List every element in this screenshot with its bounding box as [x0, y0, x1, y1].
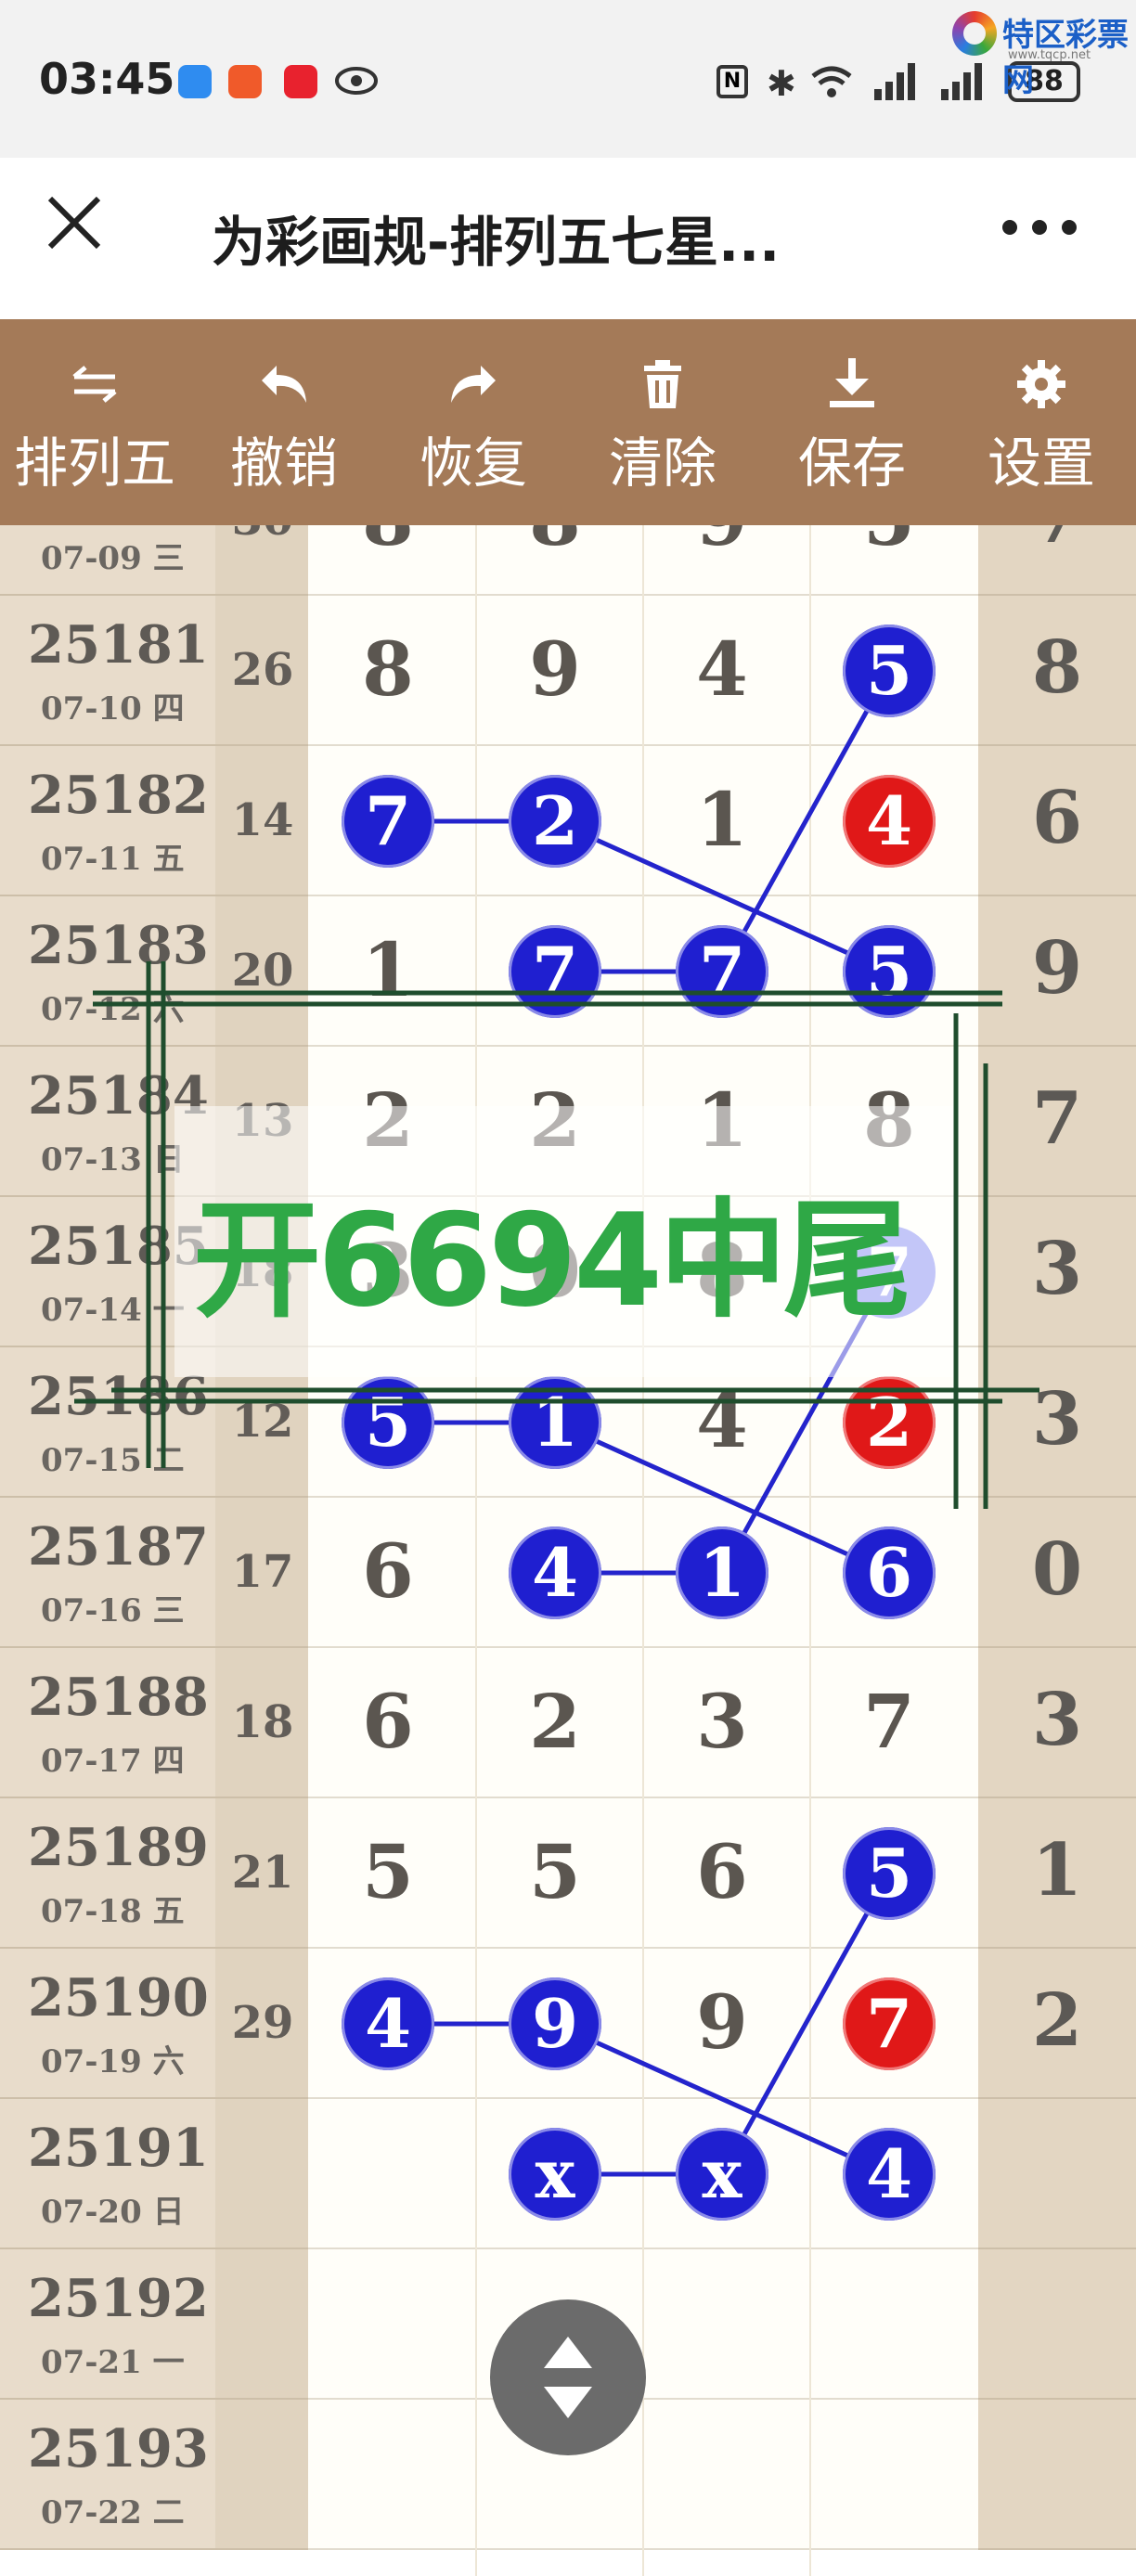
digit-ball[interactable]: 9 — [509, 1977, 601, 2070]
tool-label: 清除 — [608, 431, 716, 495]
trend-table[interactable]: 2518007-09 三30889572518107-10 四268945825… — [0, 525, 1136, 2576]
eye-icon — [334, 65, 379, 97]
toolbar: 排列五 撤销 恢复 清除 保存 设置 — [0, 319, 1136, 525]
shopping-app-icon — [228, 65, 262, 98]
status-bar: 03:45 N ✱ 88 特区彩票网 www.tqcp.net — [0, 0, 1136, 158]
digit-ball[interactable]: 4 — [509, 1526, 601, 1619]
tool-redo[interactable]: 恢复 — [379, 319, 568, 525]
digit-ball[interactable]: 7 — [843, 1977, 936, 2070]
tool-save[interactable]: 保存 — [757, 319, 947, 525]
up-down-arrows-icon — [544, 2337, 592, 2418]
swap-icon — [72, 366, 117, 403]
signal-icon — [872, 61, 921, 102]
digit-ball[interactable]: 7 — [342, 775, 434, 868]
digit-ball[interactable]: 7 — [509, 925, 601, 1018]
tool-label: 排列五 — [13, 431, 175, 495]
bluetooth-icon: ✱ — [767, 63, 796, 104]
digit-ball[interactable]: 2 — [509, 775, 601, 868]
digit-ball[interactable]: 5 — [342, 1376, 434, 1469]
digit-ball[interactable]: 1 — [676, 1526, 768, 1619]
digit-ball[interactable]: 4 — [342, 1977, 434, 2070]
download-icon — [830, 358, 874, 407]
digit-ball[interactable]: 5 — [843, 925, 936, 1018]
tool-lottery-type[interactable]: 排列五 — [0, 319, 189, 525]
watermark-url: www.tqcp.net — [1008, 48, 1091, 62]
tool-undo[interactable]: 撤销 — [189, 319, 379, 525]
watermark: 特区彩票网 www.tqcp.net — [943, 7, 1133, 99]
digit-ball[interactable]: 4 — [843, 775, 936, 868]
tool-clear[interactable]: 清除 — [568, 319, 757, 525]
status-time: 03:45 — [39, 54, 175, 104]
digit-ball[interactable]: 2 — [843, 1376, 936, 1469]
nfc-icon: N — [716, 65, 748, 98]
digit-ball[interactable]: 5 — [843, 1827, 936, 1920]
red-note-app-icon — [284, 65, 317, 98]
signal-icon — [939, 61, 988, 102]
tool-label: 撤销 — [229, 431, 338, 495]
digit-ball[interactable]: 1 — [509, 1376, 601, 1469]
redo-icon — [451, 366, 496, 403]
tool-settings[interactable]: 设置 — [947, 319, 1136, 525]
more-icon — [1002, 220, 1077, 235]
watermark-logo-icon — [952, 11, 997, 56]
digit-ball[interactable]: x — [509, 2128, 601, 2221]
digit-ball[interactable]: 7 — [676, 925, 768, 1018]
undo-icon — [262, 366, 306, 403]
digit-ball[interactable]: 5 — [843, 625, 936, 717]
digit-ball[interactable]: 7 — [843, 1226, 936, 1319]
digit-ball[interactable]: 6 — [843, 1526, 936, 1619]
digit-ball[interactable]: 4 — [843, 2128, 936, 2221]
tool-label: 保存 — [797, 431, 906, 495]
scroll-toggle-button[interactable] — [490, 2299, 646, 2455]
trash-icon — [644, 360, 681, 408]
tool-label: 恢复 — [419, 431, 527, 495]
page-title: 为彩画规-排列五七星... — [212, 211, 781, 274]
close-icon — [47, 196, 101, 250]
gear-icon — [1017, 360, 1065, 408]
more-options-button[interactable] — [984, 195, 1095, 260]
wifi-icon — [809, 63, 854, 100]
message-app-icon — [178, 65, 212, 98]
close-button[interactable] — [37, 186, 111, 260]
tool-label: 设置 — [987, 431, 1095, 495]
digit-ball[interactable]: x — [676, 2128, 768, 2221]
